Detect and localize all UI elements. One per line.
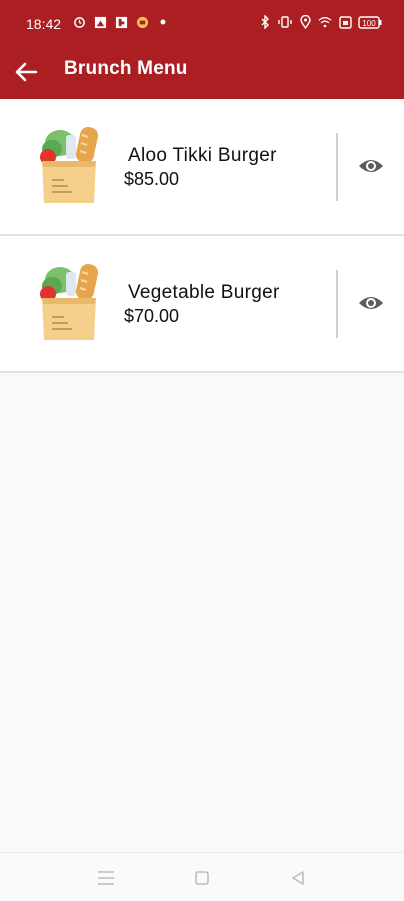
back-button[interactable] <box>12 58 40 86</box>
menu-item[interactable]: Aloo Tikki Burger $85.00 <box>0 99 404 236</box>
wifi-icon <box>318 15 332 29</box>
eye-icon <box>359 160 383 172</box>
item-price: $85.00 <box>124 169 180 189</box>
bluetooth-icon <box>258 15 272 29</box>
location-icon <box>298 15 312 29</box>
sync-icon <box>72 15 86 29</box>
notification-icons <box>72 15 170 29</box>
back-nav-icon <box>292 871 304 885</box>
vibrate-icon <box>278 15 292 29</box>
status-time: 18:42 <box>26 16 62 32</box>
grocery-bag-icon <box>36 125 106 205</box>
view-item-button[interactable] <box>355 290 387 316</box>
item-name: Aloo Tikki Burger <box>128 145 277 166</box>
item-divider <box>336 133 338 201</box>
flipboard-icon <box>114 15 128 29</box>
eye-icon <box>359 297 383 309</box>
view-item-button[interactable] <box>355 153 387 179</box>
menu-list: Aloo Tikki Burger $85.00 Vegetable Burge… <box>0 99 404 373</box>
system-icons: 100 <box>258 15 382 29</box>
sim-icon <box>338 15 352 29</box>
back-nav-button[interactable] <box>287 867 309 889</box>
item-divider <box>336 270 338 338</box>
home-nav-button[interactable] <box>191 867 213 889</box>
sms-icon <box>135 15 149 29</box>
status-bar: 18:42 100 <box>0 0 404 46</box>
system-nav-bar <box>0 852 404 901</box>
svg-text:100: 100 <box>362 19 376 28</box>
app-bar: Brunch Menu <box>0 46 404 99</box>
battery-icon: 100 <box>358 15 382 29</box>
image-icon <box>93 15 107 29</box>
home-nav-icon <box>195 871 209 885</box>
page-title: Brunch Menu <box>64 58 188 79</box>
item-price: $70.00 <box>124 306 180 326</box>
menu-nav-icon <box>98 871 114 885</box>
menu-item[interactable]: Vegetable Burger $70.00 <box>0 236 404 373</box>
grocery-bag-icon <box>36 262 106 342</box>
menu-nav-button[interactable] <box>95 867 117 889</box>
dot-icon <box>156 15 170 29</box>
arrow-left-icon <box>15 62 38 82</box>
item-name: Vegetable Burger <box>128 282 280 303</box>
